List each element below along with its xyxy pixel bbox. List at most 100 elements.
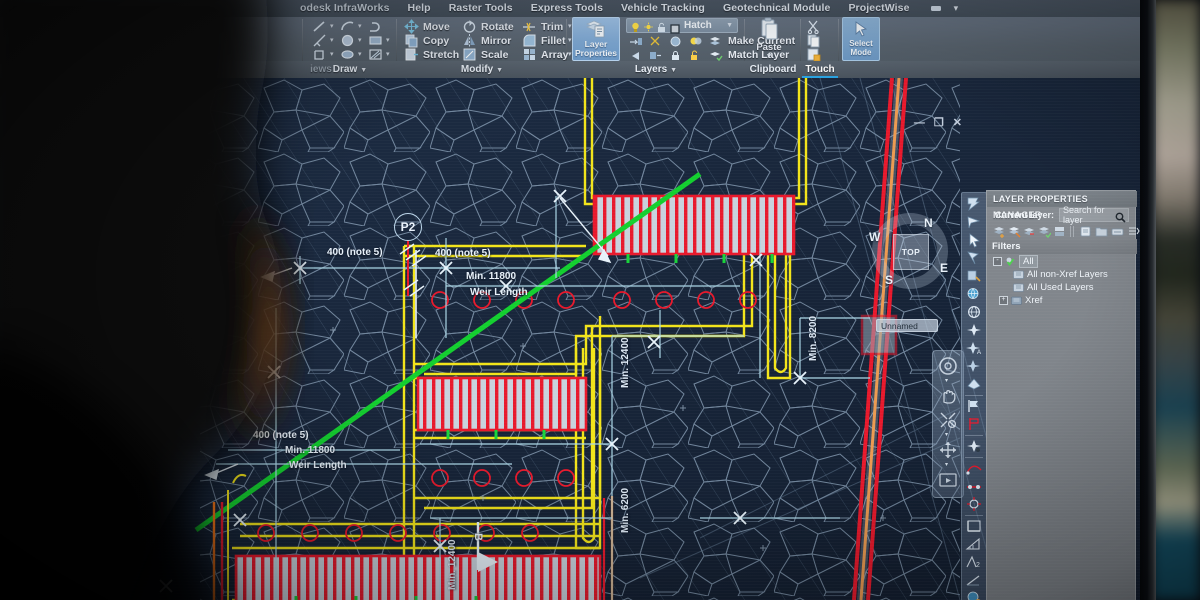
- layer-properties-button[interactable]: Layer Properties: [572, 17, 620, 61]
- magnifier-icon[interactable]: [1115, 210, 1126, 221]
- polygon-caret-icon[interactable]: ▾: [330, 50, 334, 58]
- modify-mirror-button[interactable]: Mirror: [462, 33, 511, 48]
- overflow-caret-icon[interactable]: ▾: [954, 3, 959, 14]
- new-layer-icon[interactable]: [993, 225, 1006, 238]
- steering-wheel-caret-icon[interactable]: ▾: [945, 377, 948, 384]
- modify-trim-button[interactable]: Trim: [522, 19, 563, 34]
- select-mode-button[interactable]: Select Mode: [842, 17, 880, 61]
- ribbon-tab-raster-tools[interactable]: Raster Tools: [440, 0, 522, 17]
- circle-caret-icon[interactable]: ▾: [358, 36, 362, 44]
- ribbon-tab-infraworks[interactable]: odesk InfraWorks: [300, 0, 399, 17]
- arc-caret-icon[interactable]: ▾: [358, 22, 362, 30]
- toolbar-section-icon[interactable]: [965, 518, 983, 534]
- modify-rotate-button[interactable]: Rotate: [462, 19, 514, 34]
- polyline-icon[interactable]: [368, 19, 383, 34]
- toolbar-point-icon-3[interactable]: [965, 358, 983, 374]
- layer-off-icon[interactable]: [668, 34, 683, 49]
- tree-node-all-used-layers[interactable]: All Used Layers: [987, 281, 1137, 294]
- navigation-bar[interactable]: ▾ ▾ ▾: [932, 350, 964, 498]
- arc-icon[interactable]: [340, 19, 355, 34]
- toolbar-earth-icon[interactable]: [965, 590, 983, 600]
- paste-special-icon[interactable]: [806, 47, 821, 62]
- ribbon-tab-projectwise[interactable]: ProjectWise: [839, 0, 918, 17]
- showmotion-icon[interactable]: [937, 469, 959, 491]
- layer-freeze-icon[interactable]: [648, 34, 663, 49]
- current-layer-caret-icon[interactable]: ▼: [726, 22, 733, 29]
- hatch-caret-icon[interactable]: ▾: [386, 50, 390, 58]
- drawing-close-button[interactable]: ✕: [953, 116, 962, 129]
- ellipse-icon[interactable]: [340, 47, 355, 62]
- rect-caret-icon[interactable]: ▾: [386, 36, 390, 44]
- toolbar-point-icon-2[interactable]: A: [965, 340, 983, 356]
- delete-layer-icon[interactable]: [1023, 225, 1036, 238]
- modify-fillet-button[interactable]: Fillet: [522, 33, 566, 48]
- layer-make-current-icon[interactable]: [708, 34, 723, 49]
- panel-draw-caret-icon[interactable]: ▼: [360, 67, 367, 74]
- ribbon-tab-geotechnical-module[interactable]: Geotechnical Module: [714, 0, 840, 17]
- modify-array-button[interactable]: Array: [522, 47, 568, 62]
- toolbar-sphere-icon[interactable]: [965, 304, 983, 320]
- layer-states-icon[interactable]: [1053, 225, 1066, 238]
- drawing-canvas[interactable]: 400 (note 5) 400 (note 5) Min. 11800 Wei…: [0, 78, 1140, 600]
- new-layer-vp-frozen-icon[interactable]: [1008, 225, 1021, 238]
- orbit-caret-icon[interactable]: ▾: [945, 461, 948, 468]
- orbit-icon[interactable]: [937, 439, 959, 461]
- lpm-toolbar[interactable]: [987, 224, 1137, 239]
- compass-west-label[interactable]: W: [869, 230, 880, 244]
- rectangle-icon[interactable]: [368, 33, 383, 48]
- layer-filter-tree[interactable]: - All All non-Xref Layers All Used L: [987, 255, 1137, 307]
- overflow-icon[interactable]: [929, 1, 944, 16]
- layer-unlock-icon[interactable]: [657, 20, 666, 31]
- compass-north-label[interactable]: N: [924, 216, 933, 230]
- panel-label-layers[interactable]: Layers▼: [568, 61, 744, 78]
- view-cube-top-face[interactable]: TOP: [893, 234, 929, 270]
- layer-on-lightbulb-icon[interactable]: [631, 20, 640, 31]
- tree-node-all[interactable]: - All: [987, 255, 1137, 268]
- ribbon-tab-vehicle-tracking[interactable]: Vehicle Tracking: [612, 0, 714, 17]
- panel-label-modify[interactable]: Modify▼: [398, 61, 566, 78]
- ellipse-caret-icon[interactable]: ▾: [358, 50, 362, 58]
- toolbar-globe-icon[interactable]: [965, 286, 983, 302]
- current-layer-combo[interactable]: Hatch ▼: [626, 18, 738, 33]
- ribbon-tab-help[interactable]: Help: [399, 0, 440, 17]
- toolbar-point-icon-4[interactable]: [965, 376, 983, 392]
- toolbar-pipe-icon[interactable]: [965, 478, 983, 494]
- layer-turn-all-on-icon[interactable]: [688, 34, 703, 49]
- layer-color-swatch-icon[interactable]: [670, 21, 680, 31]
- new-property-filter-icon[interactable]: [1079, 225, 1092, 238]
- modify-move-button[interactable]: Move: [404, 19, 450, 34]
- new-group-filter-icon[interactable]: [1095, 225, 1108, 238]
- paste-button[interactable]: Paste ▼: [752, 17, 786, 61]
- hatch-tool-icon[interactable]: [368, 47, 383, 62]
- ribbon-tab-express-tools[interactable]: Express Tools: [522, 0, 612, 17]
- modify-copy-button[interactable]: Copy: [404, 33, 449, 48]
- circle-icon[interactable]: [340, 33, 355, 48]
- polygon-icon[interactable]: [312, 47, 327, 62]
- steering-wheel-icon[interactable]: [937, 355, 959, 377]
- toolbar-corridor-icon[interactable]: 2: [965, 554, 983, 570]
- view-cube[interactable]: TOP N E S W: [872, 213, 948, 289]
- layer-states-manager-icon[interactable]: [1111, 225, 1124, 238]
- side-toolbar[interactable]: A: [961, 192, 987, 600]
- cut-icon[interactable]: [806, 19, 821, 34]
- modify-scale-button[interactable]: Scale: [462, 47, 508, 62]
- layer-properties-manager-panel[interactable]: LAYER PROPERTIES MANAGER Current layer: …: [986, 190, 1136, 600]
- zoom-caret-icon[interactable]: ▾: [945, 431, 948, 438]
- callout-bubble-p2[interactable]: P2: [394, 213, 422, 241]
- set-current-layer-icon[interactable]: [1038, 225, 1051, 238]
- panel-layers-caret-icon[interactable]: ▼: [670, 67, 677, 74]
- copy-clip-icon[interactable]: [806, 33, 821, 48]
- expander-plus-icon[interactable]: +: [999, 296, 1008, 305]
- zoom-extents-icon[interactable]: [937, 409, 959, 431]
- modify-stretch-button[interactable]: Stretch: [404, 47, 459, 62]
- draw-caret-icon[interactable]: ▾: [330, 22, 334, 30]
- toolbar-slope-icon[interactable]: [965, 572, 983, 588]
- drawing-restore-button[interactable]: ❐: [934, 116, 944, 129]
- toolbar-icon-3[interactable]: [965, 232, 983, 248]
- panel-modify-caret-icon[interactable]: ▼: [496, 67, 503, 74]
- compass-east-label[interactable]: E: [940, 261, 948, 275]
- tree-node-xref[interactable]: + Xref: [987, 294, 1137, 307]
- panel-label-draw[interactable]: Draw▼: [304, 61, 396, 78]
- ucs-dropdown[interactable]: Unnamed: [876, 319, 938, 332]
- toolbar-point-icon-1[interactable]: [965, 322, 983, 338]
